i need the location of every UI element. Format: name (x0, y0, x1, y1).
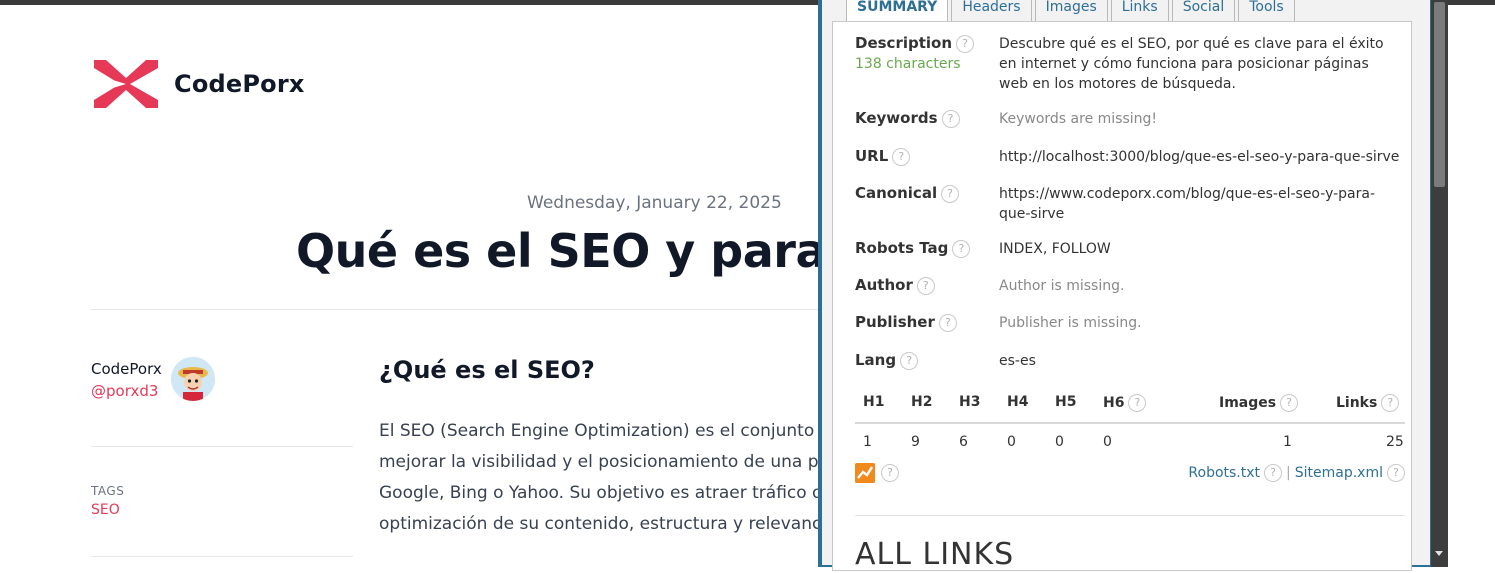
help-icon[interactable]: ? (1128, 394, 1147, 412)
canonical-row: Canonical? https://www.codeporx.com/blog… (855, 184, 1415, 226)
h4-count: 0 (1007, 434, 1016, 450)
description-char-count: 138 characters (855, 56, 961, 72)
paragraph-line: El SEO (Search Engine Optimization) es e… (379, 421, 821, 441)
tag-link-seo[interactable]: SEO (91, 502, 120, 518)
paragraph-line: Google, Bing o Yahoo. Su objetivo es atr… (379, 483, 821, 503)
sidebar-divider (91, 446, 353, 447)
images-header: Images? (1219, 394, 1299, 412)
help-icon[interactable]: ? (1280, 394, 1299, 412)
images-count: 1 (1283, 434, 1292, 450)
table-divider (855, 422, 1405, 424)
lang-value: es-es (999, 353, 1036, 369)
section-divider (855, 515, 1405, 516)
h2-count: 9 (911, 434, 920, 450)
author-row: Author? Author is missing. (855, 276, 1415, 298)
section-heading: ¿Qué es el SEO? (379, 356, 595, 384)
tab-tools[interactable]: Tools (1238, 0, 1295, 21)
avatar[interactable] (171, 357, 215, 401)
panel-tabs: SUMMARY Headers Images Links Social Tool… (846, 0, 1298, 22)
help-icon[interactable]: ? (956, 34, 975, 53)
links-count: 25 (1386, 434, 1404, 450)
help-icon[interactable]: ? (900, 351, 919, 370)
tools-footer: ? Robots.txt? | Sitemap.xml? (855, 463, 1405, 485)
h5-header: H5 (1055, 394, 1077, 410)
help-icon[interactable]: ? (952, 239, 971, 258)
h6-header: H6? (1103, 394, 1147, 412)
description-label: Description? (855, 34, 975, 53)
title-divider (91, 309, 821, 310)
tab-images[interactable]: Images (1034, 0, 1108, 21)
author-label: Author? (855, 276, 935, 295)
author-handle[interactable]: @porxd3 (91, 382, 158, 400)
publisher-label: Publisher? (855, 313, 957, 332)
link-separator: | (1286, 465, 1291, 481)
help-icon[interactable]: ? (938, 313, 957, 332)
description-value: Descubre qué es el SEO, por qué es clave… (999, 36, 1384, 92)
scrollbar-thumb[interactable] (1434, 2, 1445, 187)
publisher-value: Publisher is missing. (999, 315, 1142, 331)
paragraph-line: optimización de su contenido, estructura… (379, 514, 821, 534)
help-icon[interactable]: ? (941, 109, 960, 128)
paragraph-line: mejorar la visibilidad y el posicionamie… (379, 452, 821, 472)
help-icon[interactable]: ? (1381, 394, 1400, 412)
url-row: URL? http://localhost:3000/blog/que-es-e… (855, 147, 1415, 169)
help-icon[interactable]: ? (892, 147, 911, 166)
help-icon[interactable]: ? (941, 184, 960, 203)
tab-summary[interactable]: SUMMARY (846, 0, 949, 22)
avatar-illustration-icon (171, 357, 215, 401)
robots-value: INDEX, FOLLOW (999, 241, 1111, 257)
publisher-row: Publisher? Publisher is missing. (855, 313, 1415, 335)
canonical-label: Canonical? (855, 184, 960, 203)
canonical-value: https://www.codeporx.com/blog/que-es-el-… (999, 186, 1376, 222)
keywords-row: Keywords? Keywords are missing! (855, 109, 1415, 131)
scroll-down-arrow-icon[interactable] (1435, 551, 1443, 556)
keywords-value: Keywords are missing! (999, 111, 1158, 127)
brand-name: CodePorx (174, 70, 305, 98)
keywords-label: Keywords? (855, 109, 960, 128)
help-icon[interactable]: ? (916, 276, 935, 295)
h2-header: H2 (911, 394, 933, 410)
tab-links[interactable]: Links (1110, 0, 1169, 21)
robots-row: Robots Tag? INDEX, FOLLOW (855, 239, 1415, 261)
help-icon[interactable]: ? (1387, 464, 1405, 482)
lang-row: Lang? es-es (855, 351, 1415, 373)
tags-label: TAGS (91, 484, 125, 498)
post-title: Qué es el SEO y para q (296, 224, 821, 278)
codeporx-logo-icon (94, 60, 158, 108)
sitemap-link[interactable]: Sitemap.xml (1295, 465, 1383, 481)
all-links-heading: ALL LINKS (855, 537, 1015, 572)
robots-label: Robots Tag? (855, 239, 971, 258)
seo-extension-panel: SUMMARY Headers Images Links Social Tool… (818, 0, 1448, 572)
h1-count: 1 (863, 434, 872, 450)
tab-social[interactable]: Social (1171, 0, 1236, 21)
trend-chart-icon[interactable] (855, 463, 875, 483)
help-icon[interactable]: ? (1264, 464, 1283, 482)
links-header: Links? (1336, 394, 1400, 412)
h5-count: 0 (1055, 434, 1064, 450)
author-name[interactable]: CodePorx (91, 360, 162, 378)
panel-body: SUMMARY Headers Images Links Social Tool… (822, 0, 1430, 572)
h6-count: 0 (1103, 434, 1112, 450)
lang-label: Lang? (855, 351, 919, 370)
help-icon[interactable]: ? (881, 464, 899, 482)
summary-content: Description? 138 characters Descubre qué… (832, 21, 1415, 572)
h1-header: H1 (863, 394, 885, 410)
h3-count: 6 (959, 434, 968, 450)
url-value: http://localhost:3000/blog/que-es-el-seo… (999, 149, 1400, 165)
url-label: URL? (855, 147, 911, 166)
robots-txt-link[interactable]: Robots.txt (1188, 465, 1260, 481)
author-value: Author is missing. (999, 278, 1125, 294)
panel-scrollbar[interactable] (1431, 0, 1448, 567)
h3-header: H3 (959, 394, 981, 410)
site-logo[interactable]: CodePorx (92, 58, 305, 110)
description-row: Description? 138 characters Descubre qué… (855, 34, 1415, 98)
post-date: Wednesday, January 22, 2025 (527, 193, 782, 213)
robots-sitemap-links: Robots.txt? | Sitemap.xml? (1188, 464, 1405, 482)
h4-header: H4 (1007, 394, 1029, 410)
article-paragraph: El SEO (Search Engine Optimization) es e… (379, 416, 821, 540)
sidebar-divider-bottom (91, 556, 353, 557)
tab-headers[interactable]: Headers (951, 0, 1032, 21)
